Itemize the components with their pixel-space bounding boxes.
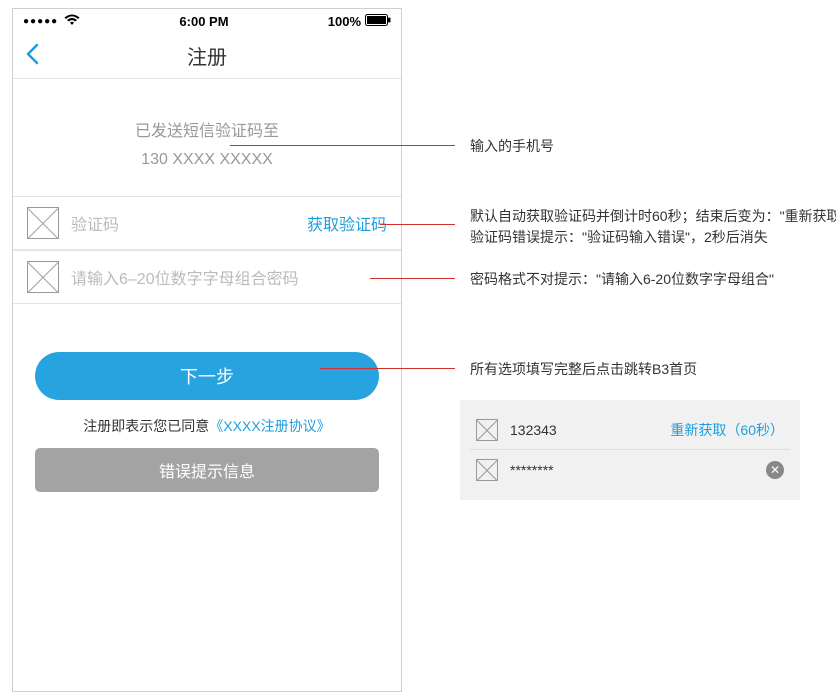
example-resend-label[interactable]: 重新获取（60秒） [670, 420, 784, 440]
battery-icon [365, 14, 391, 29]
back-button[interactable] [25, 43, 39, 69]
placeholder-icon [476, 459, 498, 481]
signal-strength-icon: ●●●●● [23, 16, 58, 27]
page-title: 注册 [187, 41, 227, 70]
status-time: 6:00 PM [179, 14, 228, 29]
example-code-row: 132343 重新获取（60秒） [470, 410, 790, 450]
verification-code-row: 验证码 获取验证码 [13, 196, 401, 250]
example-password-row: ******** ✕ [470, 450, 790, 490]
password-input[interactable]: 请输入6–20位数字字母组合密码 [71, 265, 387, 289]
agreement-prefix: 注册即表示您已同意 [83, 418, 209, 434]
clear-icon[interactable]: ✕ [766, 461, 784, 479]
status-bar: ●●●●● 6:00 PM 100% [13, 9, 401, 33]
example-code-value: 132343 [510, 422, 670, 438]
annotation-connector [370, 278, 455, 279]
annotation-code-line1: 默认自动获取验证码并倒计时60秒；结束后变为："重新获取" [470, 206, 836, 227]
sms-sent-info: 已发送短信验证码至 130 XXXX XXXXX [13, 79, 401, 197]
next-button[interactable]: 下一步 [35, 352, 379, 400]
annotation-code-line2: 验证码错误提示："验证码输入错误"，2秒后消失 [470, 227, 836, 248]
placeholder-icon [27, 207, 59, 239]
annotation-connector [320, 368, 455, 369]
annotation-next: 所有选项填写完整后点击跳转B3首页 [470, 359, 697, 380]
example-state-box: 132343 重新获取（60秒） ******** ✕ [460, 400, 800, 500]
placeholder-icon [476, 419, 498, 441]
wifi-icon [64, 14, 80, 29]
phone-number-masked: 130 XXXX XXXXX [13, 151, 401, 169]
sms-sent-label: 已发送短信验证码至 [13, 117, 401, 141]
annotation-code: 默认自动获取验证码并倒计时60秒；结束后变为："重新获取" 验证码错误提示："验… [470, 206, 836, 248]
annotation-connector [230, 145, 455, 146]
placeholder-icon [27, 261, 59, 293]
password-row: 请输入6–20位数字字母组合密码 [13, 250, 401, 304]
verification-code-input[interactable]: 验证码 [71, 211, 307, 235]
agreement-text: 注册即表示您已同意《XXXX注册协议》 [13, 416, 401, 436]
annotation-phone: 输入的手机号 [470, 136, 554, 157]
battery-percent: 100% [328, 14, 361, 29]
annotation-connector [380, 224, 455, 225]
phone-mockup: ●●●●● 6:00 PM 100% 注册 已发送短信验证码至 130 XXXX… [12, 8, 402, 692]
get-code-button[interactable]: 获取验证码 [307, 211, 387, 235]
error-hint-bar: 错误提示信息 [35, 448, 379, 492]
annotation-password: 密码格式不对提示："请输入6-20位数字字母组合" [470, 269, 774, 290]
agreement-link[interactable]: 《XXXX注册协议》 [209, 418, 330, 434]
example-password-value: ******** [510, 462, 766, 478]
nav-bar: 注册 [13, 33, 401, 79]
